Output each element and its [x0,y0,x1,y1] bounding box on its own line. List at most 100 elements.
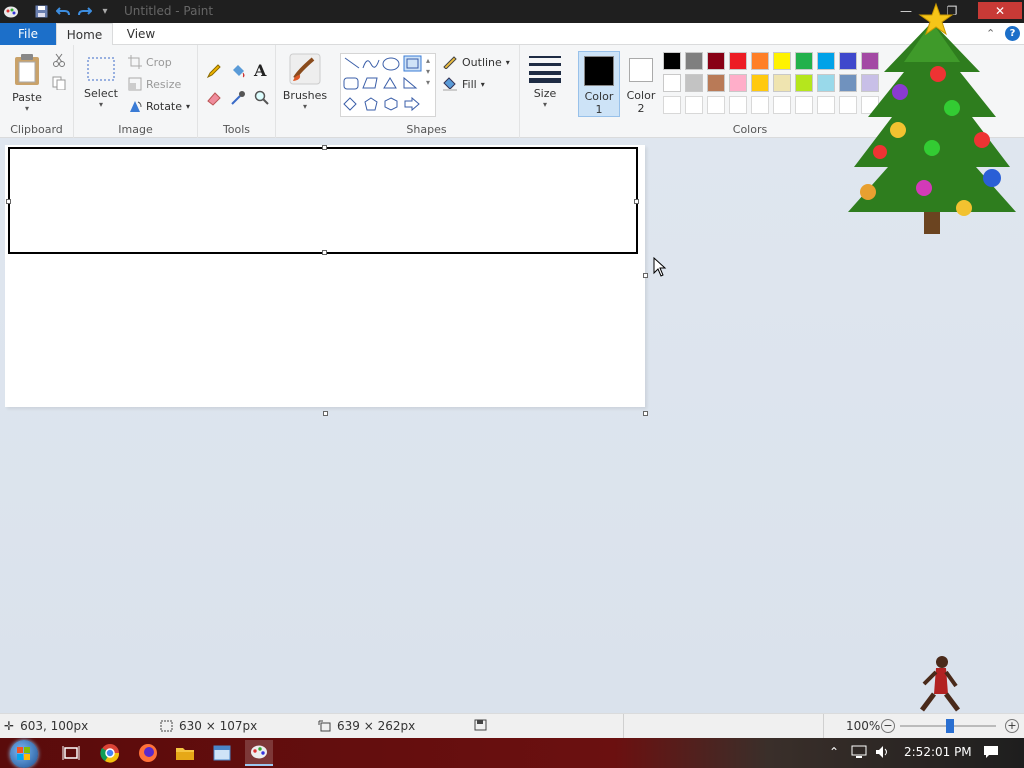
color1-label: Color [584,90,614,103]
color2-number: 2 [637,102,645,115]
rotate-button[interactable]: Rotate ▾ [128,99,190,113]
select-button[interactable]: Select ▾ [82,55,120,109]
custom-color-swatch[interactable] [663,96,681,114]
fill-button[interactable]: Fill ▾ [442,77,485,91]
canvas-area[interactable] [0,2,1024,713]
color-swatch[interactable] [707,52,725,70]
zoom-out-button[interactable]: − [881,719,895,733]
pencil-icon[interactable] [206,63,222,82]
task-view-icon[interactable] [60,742,82,764]
zoom-slider-thumb[interactable] [946,719,954,733]
firefox-icon[interactable] [137,742,159,764]
outline-button[interactable]: Outline ▾ [442,55,510,69]
resize-button[interactable]: Resize [128,77,181,91]
selection-handle-right[interactable] [634,199,639,204]
custom-color-swatch[interactable] [685,96,703,114]
color-swatch[interactable] [685,52,703,70]
selection-handle-bottom[interactable] [322,250,327,255]
eraser-icon[interactable] [206,90,222,109]
size-button[interactable]: Size ▾ [527,53,563,109]
color-swatch[interactable] [707,74,725,92]
color-swatch[interactable] [773,52,791,70]
taskbar-clock[interactable]: 2:52:01 PM [904,745,972,759]
color1-button[interactable]: Color 1 [578,51,620,117]
undo-icon[interactable] [54,3,72,20]
color-swatch[interactable] [773,74,791,92]
tab-home[interactable]: Home [56,23,113,46]
customize-qat-icon[interactable]: ▾ [96,3,114,20]
fill-bucket-icon[interactable] [230,63,246,82]
color-swatch[interactable] [751,74,769,92]
action-center-icon[interactable] [983,745,999,762]
color-swatch[interactable] [663,52,681,70]
tab-file[interactable]: File [0,23,56,45]
crop-button[interactable]: Crop [128,55,172,69]
dancer-figure-decoration [920,656,960,712]
tools-group-label: Tools [222,123,251,136]
crop-label: Crop [146,55,172,69]
file-explorer-icon[interactable] [174,742,196,764]
clipboard-group: Paste ▾ Clipboard [0,45,74,138]
image-group-label: Image [118,123,153,136]
paste-button[interactable]: Paste ▾ [8,53,46,113]
zoom-in-button[interactable]: + [1005,719,1019,733]
color-swatch[interactable] [729,52,747,70]
custom-color-swatch[interactable] [729,96,747,114]
custom-color-swatch[interactable] [751,96,769,114]
size-label: Size [533,87,557,100]
cursor-position-value: 603, 100px [20,719,89,733]
color-swatch[interactable] [795,74,813,92]
show-hidden-icons-icon[interactable]: ⌃ [829,745,839,759]
shapes-gallery[interactable] [340,53,436,117]
paste-label: Paste [12,91,42,104]
paint-taskbar-icon[interactable] [245,740,273,766]
cut-icon[interactable] [52,53,66,70]
color-swatch[interactable] [817,74,835,92]
shapes-gallery-icons [343,55,422,112]
color2-label: Color [626,89,656,102]
color-swatch[interactable] [817,52,835,70]
color2-button[interactable]: Color 2 [622,51,660,117]
copy-icon[interactable] [52,76,66,93]
volume-icon[interactable] [875,745,891,762]
shapes-scroll-icon[interactable]: ▴ ▾ ▾ [426,55,430,88]
canvas-resize-handle-corner[interactable] [643,411,648,416]
cursor-position: ✛ 603, 100px [4,719,88,733]
magnifier-icon[interactable] [254,90,270,109]
color-swatch[interactable] [685,74,703,92]
color-swatch[interactable] [751,52,769,70]
rotate-icon [130,101,142,112]
start-button[interactable] [10,740,38,768]
paint-app-icon[interactable] [2,3,20,20]
redo-icon[interactable] [76,3,94,20]
window-app-icon[interactable] [211,742,233,764]
christmas-tree-decoration [848,2,1016,234]
chrome-icon[interactable] [99,742,121,764]
fill-icon [443,77,457,91]
canvas-resize-handle-right[interactable] [643,273,648,278]
color-picker-icon[interactable] [230,90,246,109]
canvas-size-value: 639 × 262px [337,719,416,733]
color-swatch[interactable] [795,52,813,70]
colors-group-label: Colors [732,123,768,136]
taskbar: ⌃ 2:52:01 PM [0,738,1024,768]
canvas-resize-handle-bottom[interactable] [323,411,328,416]
shapes-group-label: Shapes [406,123,447,136]
file-size [474,719,487,731]
network-icon[interactable] [851,745,867,762]
selection-handle-top[interactable] [322,145,327,150]
custom-color-swatch[interactable] [795,96,813,114]
drawing-canvas[interactable] [5,145,648,416]
resize-icon [128,77,142,91]
custom-color-swatch[interactable] [707,96,725,114]
color-swatch[interactable] [729,74,747,92]
text-tool-icon[interactable]: A [254,61,266,80]
color-swatch[interactable] [663,74,681,92]
save-icon[interactable] [32,3,50,20]
tab-view[interactable]: View [113,23,169,45]
custom-color-swatch[interactable] [773,96,791,114]
selection-rectangle[interactable] [6,145,639,255]
custom-color-swatch[interactable] [817,96,835,114]
selection-handle-left[interactable] [6,199,11,204]
brushes-button[interactable]: Brushes ▾ [282,53,328,111]
